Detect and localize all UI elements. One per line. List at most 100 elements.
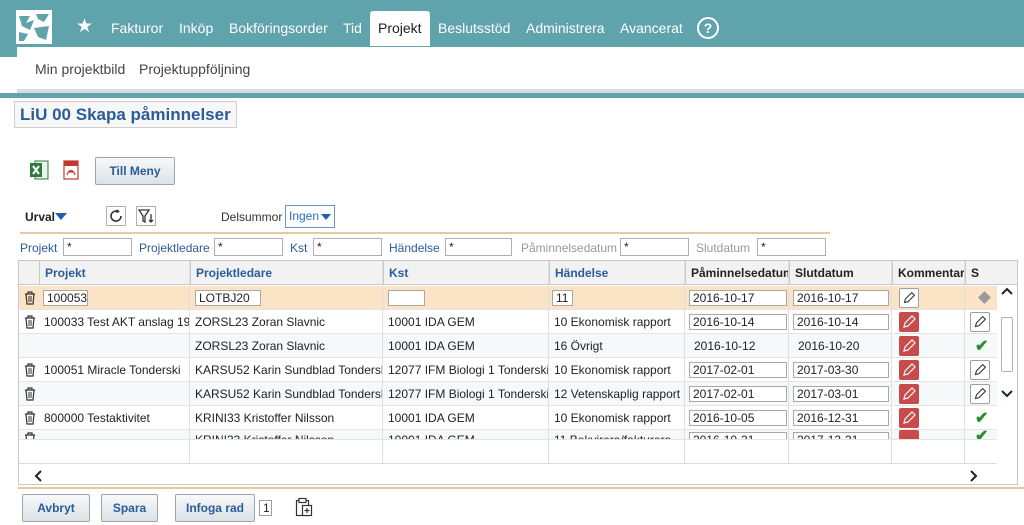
projektledare-cell: KRINI33 Kristoffer Nilsson <box>195 411 335 425</box>
handelse-cell: 10 Ekonomisk rapport <box>554 363 671 377</box>
slutdatum-input[interactable]: 2017-03-01 <box>793 386 889 402</box>
chevron-down-icon[interactable] <box>321 214 331 220</box>
pdf-icon[interactable] <box>61 160 81 180</box>
nav-item-bokforingsorder[interactable]: Bokföringsorder <box>221 11 336 45</box>
refresh-icon[interactable] <box>106 206 126 226</box>
paminnelsedatum-input[interactable]: 2016-10-05 <box>689 410 787 426</box>
trash-icon[interactable] <box>24 411 36 425</box>
logo-icon[interactable] <box>16 10 52 44</box>
slutdatum-input[interactable]: 2017-12-31 <box>793 432 889 439</box>
slutdatum-input[interactable]: 2016-12-31 <box>793 410 889 426</box>
filter-input-paminnelsedatum[interactable]: * <box>620 238 689 256</box>
vertical-scrollbar[interactable] <box>997 285 1017 465</box>
subnav-item-projektuppfoljning[interactable]: Projektuppföljning <box>139 61 250 77</box>
pencil-icon[interactable] <box>970 312 990 332</box>
subnav-item-min-projektbild[interactable]: Min projektbild <box>35 61 125 77</box>
filter-input-kst[interactable]: * <box>313 238 382 256</box>
pencil-icon[interactable] <box>899 430 919 439</box>
table-row[interactable]: 800000 Testaktivitet KRINI33 Kristoffer … <box>19 406 999 430</box>
nav-item-fakturor[interactable]: Fakturor <box>103 11 171 45</box>
pencil-icon[interactable] <box>899 384 919 404</box>
trash-icon[interactable] <box>24 315 36 329</box>
filter-input-projektledare[interactable]: * <box>214 238 283 256</box>
handelse-cell: 11 Bokvirera/fakturera <box>554 433 672 440</box>
save-button[interactable]: Spara <box>101 494 158 522</box>
till-meny-button[interactable]: Till Meny <box>95 157 175 185</box>
column-header-kommentar[interactable]: Kommentar <box>892 261 965 285</box>
trash-icon[interactable] <box>24 387 36 401</box>
insert-row-button[interactable]: Infoga rad <box>175 494 255 522</box>
column-divider <box>548 261 549 484</box>
urval-toggle[interactable]: Urval <box>25 210 55 224</box>
filter-icon[interactable] <box>136 206 156 226</box>
slutdatum-input[interactable]: 2017-03-30 <box>793 362 889 378</box>
column-header-projekt[interactable]: Projekt <box>39 261 190 285</box>
horizontal-scrollbar[interactable] <box>19 463 997 484</box>
table-row[interactable]: ZORSL23 Zoran Slavnic 10001 IDA GEM 16 Ö… <box>19 334 999 358</box>
nav-item-inkop[interactable]: Inköp <box>171 11 221 45</box>
column-divider <box>382 261 383 484</box>
table-row[interactable]: 100053 LOTBJ20 11 2016-10-17 2016-10-17 <box>19 286 999 310</box>
projektledare-input[interactable]: LOTBJ20 <box>195 290 261 306</box>
handelse-input[interactable]: 11 <box>552 290 573 306</box>
kst-cell: 12077 IFM Biologi 1 Tonderski <box>388 387 549 401</box>
handelse-cell: 12 Vetenskaplig rapport <box>554 387 681 401</box>
paminnelsedatum-input[interactable]: 2016-10-14 <box>689 314 787 330</box>
trash-icon[interactable] <box>24 432 36 440</box>
table-row[interactable]: KARSU52 Karin Sundblad Tonderski 12077 I… <box>19 382 999 406</box>
paminnelsedatum-input[interactable]: 2016-10-31 <box>689 432 787 439</box>
favorites-star-icon[interactable]: ★ <box>76 15 93 39</box>
table-row[interactable]: 100033 Test AKT anslag 19 ZORSL23 Zoran … <box>19 310 999 334</box>
cancel-button[interactable]: Avbryt <box>22 494 90 522</box>
nav-item-tid[interactable]: Tid <box>335 11 370 45</box>
filter-input-handelse[interactable]: * <box>445 238 512 256</box>
filter-input-slutdatum[interactable]: * <box>757 238 826 256</box>
column-header-kst[interactable]: Kst <box>383 261 549 285</box>
chevron-up-icon[interactable] <box>1001 287 1013 295</box>
filter-label-kst: Kst <box>290 241 308 255</box>
slutdatum-input[interactable]: 2016-10-17 <box>793 290 889 306</box>
column-header-slutdatum[interactable]: Slutdatum <box>789 261 892 285</box>
column-header-s[interactable]: S <box>965 261 999 285</box>
trash-icon[interactable] <box>24 363 36 377</box>
paminnelsedatum-cell: 2016-10-12 <box>694 339 756 353</box>
vertical-scrollbar-thumb[interactable] <box>1001 317 1013 372</box>
footer-divider <box>18 487 1024 489</box>
sub-nav-bar: Min projektbild Projektuppföljning <box>17 47 1024 93</box>
chevron-down-icon[interactable] <box>1001 390 1013 398</box>
header-divider <box>0 93 1024 98</box>
row-count-input[interactable]: 1 <box>259 500 272 516</box>
nav-item-avancerat[interactable]: Avancerat <box>612 11 691 45</box>
pencil-icon[interactable] <box>899 312 919 332</box>
projekt-input[interactable]: 100053 <box>43 290 88 306</box>
chevron-left-icon[interactable] <box>34 470 42 482</box>
paminnelsedatum-input[interactable]: 2016-10-17 <box>689 290 787 306</box>
pencil-icon[interactable] <box>970 360 990 380</box>
pencil-icon[interactable] <box>970 384 990 404</box>
clipboard-icon[interactable] <box>294 497 314 517</box>
excel-icon[interactable] <box>29 160 49 180</box>
data-grid: Projekt Projektledare Kst Händelse Påmin… <box>18 260 1018 485</box>
kst-input[interactable] <box>388 290 425 306</box>
pencil-icon[interactable] <box>899 288 919 308</box>
table-row[interactable]: 100051 Miracle Tonderski KARSU52 Karin S… <box>19 358 999 382</box>
column-header-paminnelsedatum[interactable]: Påminnelsedatum <box>685 261 789 285</box>
pencil-icon[interactable] <box>899 408 919 428</box>
help-icon[interactable]: ? <box>697 17 719 39</box>
paminnelsedatum-input[interactable]: 2017-02-01 <box>689 386 787 402</box>
nav-item-projekt[interactable]: Projekt <box>370 11 430 46</box>
paminnelsedatum-input[interactable]: 2017-02-01 <box>689 362 787 378</box>
chevron-right-icon[interactable] <box>970 470 978 482</box>
table-row[interactable]: KRINI33 Kristoffer Nilsson 10001 IDA GEM… <box>19 430 999 440</box>
nav-item-beslutsstod[interactable]: Beslutsstöd <box>430 11 518 45</box>
filter-label-projektledare: Projektledare <box>139 241 210 255</box>
column-header-handelse[interactable]: Händelse <box>549 261 685 285</box>
trash-icon[interactable] <box>24 291 36 305</box>
filter-input-projekt[interactable]: * <box>63 238 132 256</box>
column-header-projektledare[interactable]: Projektledare <box>190 261 383 285</box>
nav-item-administrera[interactable]: Administrera <box>518 11 613 45</box>
slutdatum-input[interactable]: 2016-10-14 <box>793 314 889 330</box>
urval-caret-icon[interactable] <box>55 213 67 220</box>
pencil-icon[interactable] <box>899 360 919 380</box>
pencil-icon[interactable] <box>899 336 919 356</box>
